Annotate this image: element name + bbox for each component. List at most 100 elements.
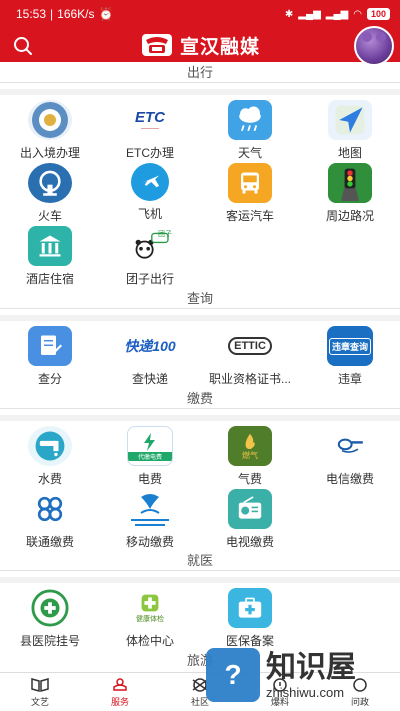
- panda-icon: 团子: [128, 226, 172, 266]
- wifi-icon: ◠: [353, 8, 362, 20]
- tile-label: 客运汽车: [225, 209, 274, 223]
- tile-label: 移动缴费: [125, 535, 174, 549]
- tile-hotel[interactable]: 酒店住宿: [0, 226, 100, 287]
- plane-icon: [131, 163, 169, 201]
- section-gap: [0, 415, 400, 421]
- section-title-travel: 出行: [186, 65, 213, 80]
- tile-train[interactable]: 火车: [0, 163, 100, 224]
- tile-label: 水费: [37, 472, 62, 486]
- section-title-pay: 缴费: [186, 391, 213, 406]
- signal-icon-2: ▂▄▆: [325, 8, 349, 20]
- section-title-query: 查询: [186, 291, 213, 306]
- tile-hospital[interactable]: 县医院挂号: [0, 588, 100, 649]
- tile-etc[interactable]: ETC ——— ETC办理: [100, 100, 200, 161]
- tile-plane[interactable]: 飞机: [100, 163, 200, 222]
- tile-electric[interactable]: 代缴电费 电费: [100, 426, 200, 487]
- status-speed: 166K/s: [57, 7, 95, 21]
- status-bar: 15:53 | 166K/s ⏰ ✱ ▂▄▆ ▂▄▆ ◠ 100: [0, 0, 400, 28]
- checkup-icon: 健康体检: [128, 588, 172, 628]
- tile-tuanzi[interactable]: 团子 团子出行: [100, 226, 200, 287]
- tile-label: 天气: [237, 146, 262, 160]
- nav-label: 服务: [110, 696, 129, 707]
- china-telecom-icon: [328, 426, 372, 466]
- logo-icon: [141, 34, 172, 56]
- tile-label: 团子出行: [125, 272, 174, 286]
- tile-checkup[interactable]: 健康体检 体检中心: [100, 588, 200, 649]
- china-mobile-icon: [123, 489, 177, 529]
- tile-label: 职业资格证书...: [208, 372, 291, 386]
- watermark-logo-icon: ?: [206, 648, 260, 702]
- watermark: ? 知识屋 zhishiwu.com: [206, 640, 396, 710]
- signal-icon: ▂▄▆: [298, 8, 321, 20]
- tile-violation[interactable]: 违章查询 违章: [300, 326, 400, 387]
- tile-water[interactable]: 水费: [0, 426, 100, 487]
- tile-bus[interactable]: 客运汽车: [200, 163, 300, 224]
- etc-icon: ETC ———: [135, 108, 165, 132]
- tile-gas[interactable]: 燃气 气费: [200, 426, 300, 487]
- app-title: 宣汉融媒: [179, 36, 260, 58]
- brand: 宣汉融媒: [140, 32, 260, 59]
- battery-icon: 100: [366, 8, 390, 20]
- divider: [0, 82, 400, 83]
- tile-score[interactable]: 查分: [0, 326, 100, 387]
- radio-icon: [228, 489, 272, 529]
- tile-traffic[interactable]: 周边路况: [300, 163, 400, 224]
- map-icon: [328, 100, 372, 140]
- weather-icon: [228, 100, 272, 140]
- avatar[interactable]: [354, 26, 394, 66]
- document-icon: [28, 326, 72, 366]
- tile-label: 县医院挂号: [19, 634, 80, 648]
- ettic-icon: ETTIC: [222, 326, 278, 366]
- watermark-url: zhishiwu.com: [266, 684, 345, 700]
- app-header: 宣汉融媒: [0, 26, 400, 66]
- tile-label: 周边路况: [325, 209, 374, 223]
- tile-label: 酒店住宿: [25, 272, 74, 286]
- alarm-icon: ⏰: [98, 7, 114, 21]
- watermark-text: 知识屋: [266, 650, 356, 684]
- nav-item-fuwu[interactable]: 服务: [80, 673, 160, 711]
- flame-icon: 燃气: [228, 426, 272, 466]
- china-unicom-icon: [28, 489, 72, 529]
- nav-item-wenyi[interactable]: 文艺: [0, 673, 80, 711]
- tile-telecom[interactable]: 电信缴费: [300, 426, 400, 487]
- tile-express[interactable]: 快递100 查快递: [100, 326, 200, 387]
- nav-label: 文艺: [30, 696, 49, 707]
- tile-certificate[interactable]: ETTIC 职业资格证书...: [200, 326, 300, 387]
- divider: [0, 570, 400, 571]
- kuaidi100-icon: 快递100: [124, 338, 176, 354]
- tile-label: 出入境办理: [19, 146, 80, 160]
- book-icon: [31, 677, 49, 692]
- tile-label: 查快递: [131, 372, 168, 386]
- tile-label: 违章: [337, 372, 362, 386]
- tile-label: 火车: [37, 209, 62, 223]
- tile-label: 电视缴费: [225, 535, 274, 549]
- violation-icon: 违章查询: [327, 326, 373, 366]
- train-icon: [28, 163, 72, 203]
- section-title-medical: 就医: [186, 553, 213, 568]
- divider: [0, 308, 400, 309]
- service-hand-icon: [113, 677, 127, 691]
- section-gap: [0, 315, 400, 321]
- traffic-light-icon: [328, 163, 372, 203]
- tile-label: 查分: [37, 372, 62, 386]
- tile-label: 体检中心: [125, 634, 174, 648]
- tile-unicom[interactable]: 联通缴费: [0, 489, 100, 550]
- status-time: 15:53: [16, 7, 47, 21]
- tile-label: 电信缴费: [325, 472, 374, 486]
- section-gap: [0, 577, 400, 583]
- faucet-icon: [28, 426, 72, 466]
- tile-label: ETC办理: [125, 146, 174, 160]
- divider: [0, 408, 400, 409]
- hospital-badge-icon: [28, 588, 72, 628]
- police-badge-icon: [28, 100, 72, 140]
- bus-icon: [228, 163, 272, 203]
- tile-mobile[interactable]: 移动缴费: [100, 489, 200, 550]
- tile-weather[interactable]: 天气: [200, 100, 300, 161]
- bank-building-icon: [28, 226, 72, 266]
- tile-label: 地图: [337, 146, 362, 160]
- tile-exit-entry[interactable]: 出入境办理: [0, 100, 100, 161]
- tile-label: 联通缴费: [25, 535, 74, 549]
- tile-tv[interactable]: 电视缴费: [200, 489, 300, 550]
- search-icon[interactable]: [12, 35, 34, 57]
- tile-map[interactable]: 地图: [300, 100, 400, 161]
